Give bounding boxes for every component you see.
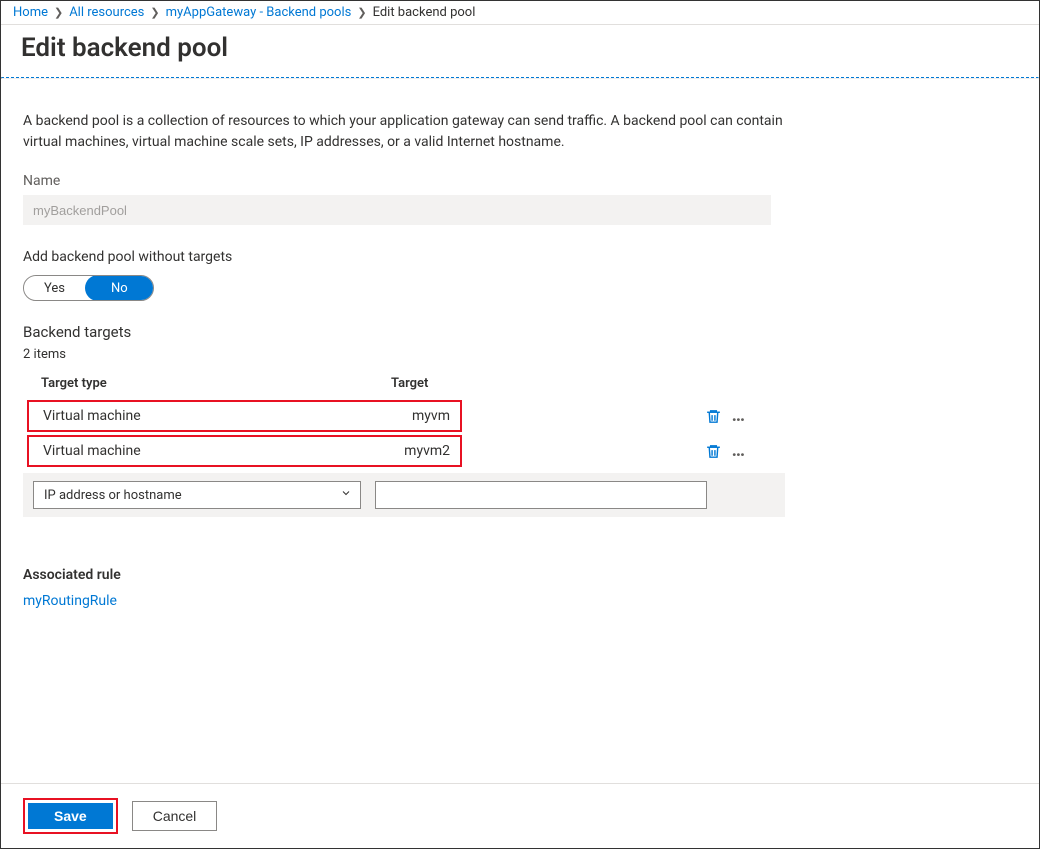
breadcrumb: Home ❯ All resources ❯ myAppGateway - Ba… [1, 1, 1039, 25]
without-targets-label: Add backend pool without targets [23, 249, 1017, 265]
chevron-right-icon: ❯ [357, 6, 366, 19]
breadcrumb-current: Edit backend pool [373, 5, 476, 20]
target-row: Virtual machine myvm2 … [23, 435, 1017, 467]
delete-icon[interactable] [705, 408, 722, 425]
targets-header-row: Target type Target [23, 376, 1017, 397]
toggle-no[interactable]: No [85, 275, 154, 301]
col-target-type: Target type [41, 376, 391, 391]
footer-bar: Save Cancel [1, 783, 1039, 848]
breadcrumb-gateway[interactable]: myAppGateway - Backend pools [166, 5, 352, 20]
toggle-yes[interactable]: Yes [24, 276, 85, 300]
name-label: Name [23, 173, 1017, 189]
chevron-right-icon: ❯ [150, 6, 159, 19]
chevron-right-icon: ❯ [54, 6, 63, 19]
target-row-highlight: Virtual machine myvm2 [27, 435, 462, 467]
target-name-cell: myvm [393, 408, 450, 424]
more-icon[interactable]: … [732, 412, 747, 420]
breadcrumb-all-resources[interactable]: All resources [69, 5, 144, 20]
target-type-cell: Virtual machine [43, 443, 393, 459]
chevron-down-icon [340, 487, 352, 503]
target-value-input[interactable] [375, 481, 707, 509]
save-button[interactable]: Save [28, 803, 113, 829]
more-icon[interactable]: … [732, 447, 747, 455]
save-highlight: Save [23, 798, 118, 834]
col-target: Target [391, 376, 481, 391]
associated-rule-label: Associated rule [23, 567, 1017, 583]
target-row: Virtual machine myvm … [23, 400, 1017, 432]
description-text: A backend pool is a collection of resour… [23, 111, 783, 153]
delete-icon[interactable] [705, 443, 722, 460]
cancel-button[interactable]: Cancel [132, 801, 218, 831]
target-type-select[interactable]: IP address or hostname [33, 481, 361, 509]
target-type-cell: Virtual machine [43, 408, 393, 424]
backend-targets-heading: Backend targets [23, 323, 1017, 341]
page-title: Edit backend pool [21, 33, 1039, 63]
target-row-highlight: Virtual machine myvm [27, 400, 462, 432]
target-name-cell: myvm2 [393, 443, 450, 459]
items-count: 2 items [23, 347, 1017, 362]
add-target-row: IP address or hostname [23, 473, 785, 517]
target-type-select-value: IP address or hostname [44, 488, 182, 503]
associated-rule-section: Associated rule myRoutingRule [23, 567, 1017, 609]
associated-rule-link[interactable]: myRoutingRule [23, 593, 117, 609]
without-targets-toggle[interactable]: Yes No [23, 275, 154, 301]
pool-name-input[interactable] [23, 195, 771, 225]
breadcrumb-home[interactable]: Home [13, 5, 48, 20]
